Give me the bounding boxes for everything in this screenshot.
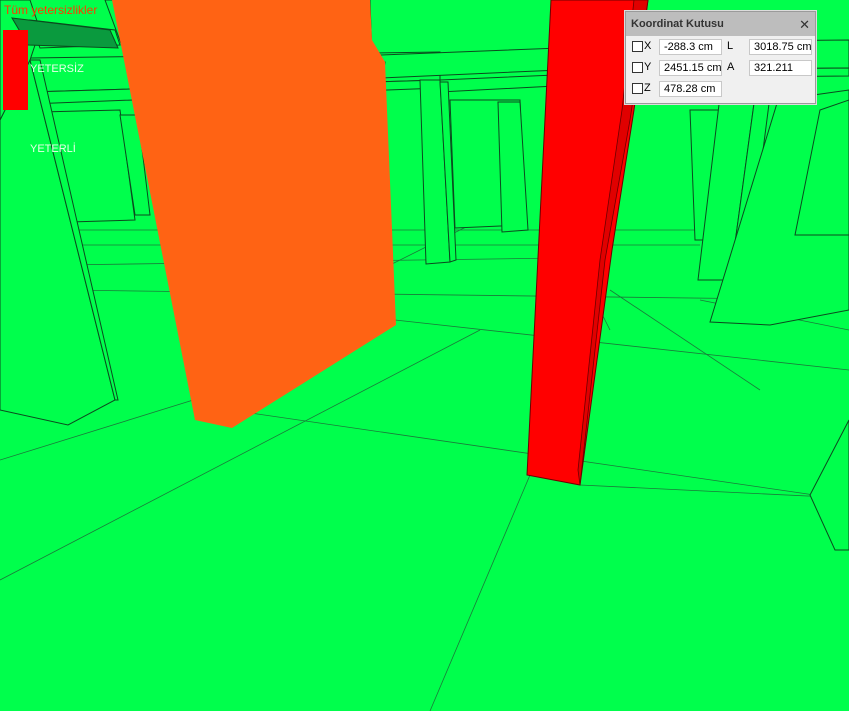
l-label: L (727, 40, 734, 52)
l-field[interactable]: 3018.75 cm (749, 39, 812, 55)
y-label: Y (644, 61, 652, 73)
y-field[interactable]: 2451.15 cm (659, 60, 722, 76)
a-label: A (727, 61, 735, 73)
x-field[interactable]: -288.3 cm (659, 39, 722, 55)
3d-viewport[interactable] (0, 0, 849, 711)
close-icon[interactable]: ✕ (799, 18, 810, 31)
legend-label-ok: YETERLİ (30, 143, 76, 155)
coordinate-box-header[interactable]: Koordinat Kutusu ✕ (626, 12, 815, 36)
a-field[interactable]: 321.211 (749, 60, 812, 76)
z-field[interactable]: 478.28 cm (659, 81, 722, 97)
z-label: Z (644, 82, 651, 94)
x-label: X (644, 40, 652, 52)
legend-color-swatch (3, 30, 28, 110)
coordinate-box-title: Koordinat Kutusu (631, 18, 724, 30)
legend-label-fail: YETERSİZ (30, 63, 84, 75)
y-lock-checkbox[interactable] (632, 61, 643, 73)
z-lock-checkbox[interactable] (632, 82, 643, 94)
x-lock-checkbox[interactable] (632, 40, 643, 52)
coordinate-box-panel: Koordinat Kutusu ✕ X -288.3 cm L 3018.75… (625, 11, 816, 104)
legend-title: Tüm yetersizlikler (4, 3, 98, 17)
